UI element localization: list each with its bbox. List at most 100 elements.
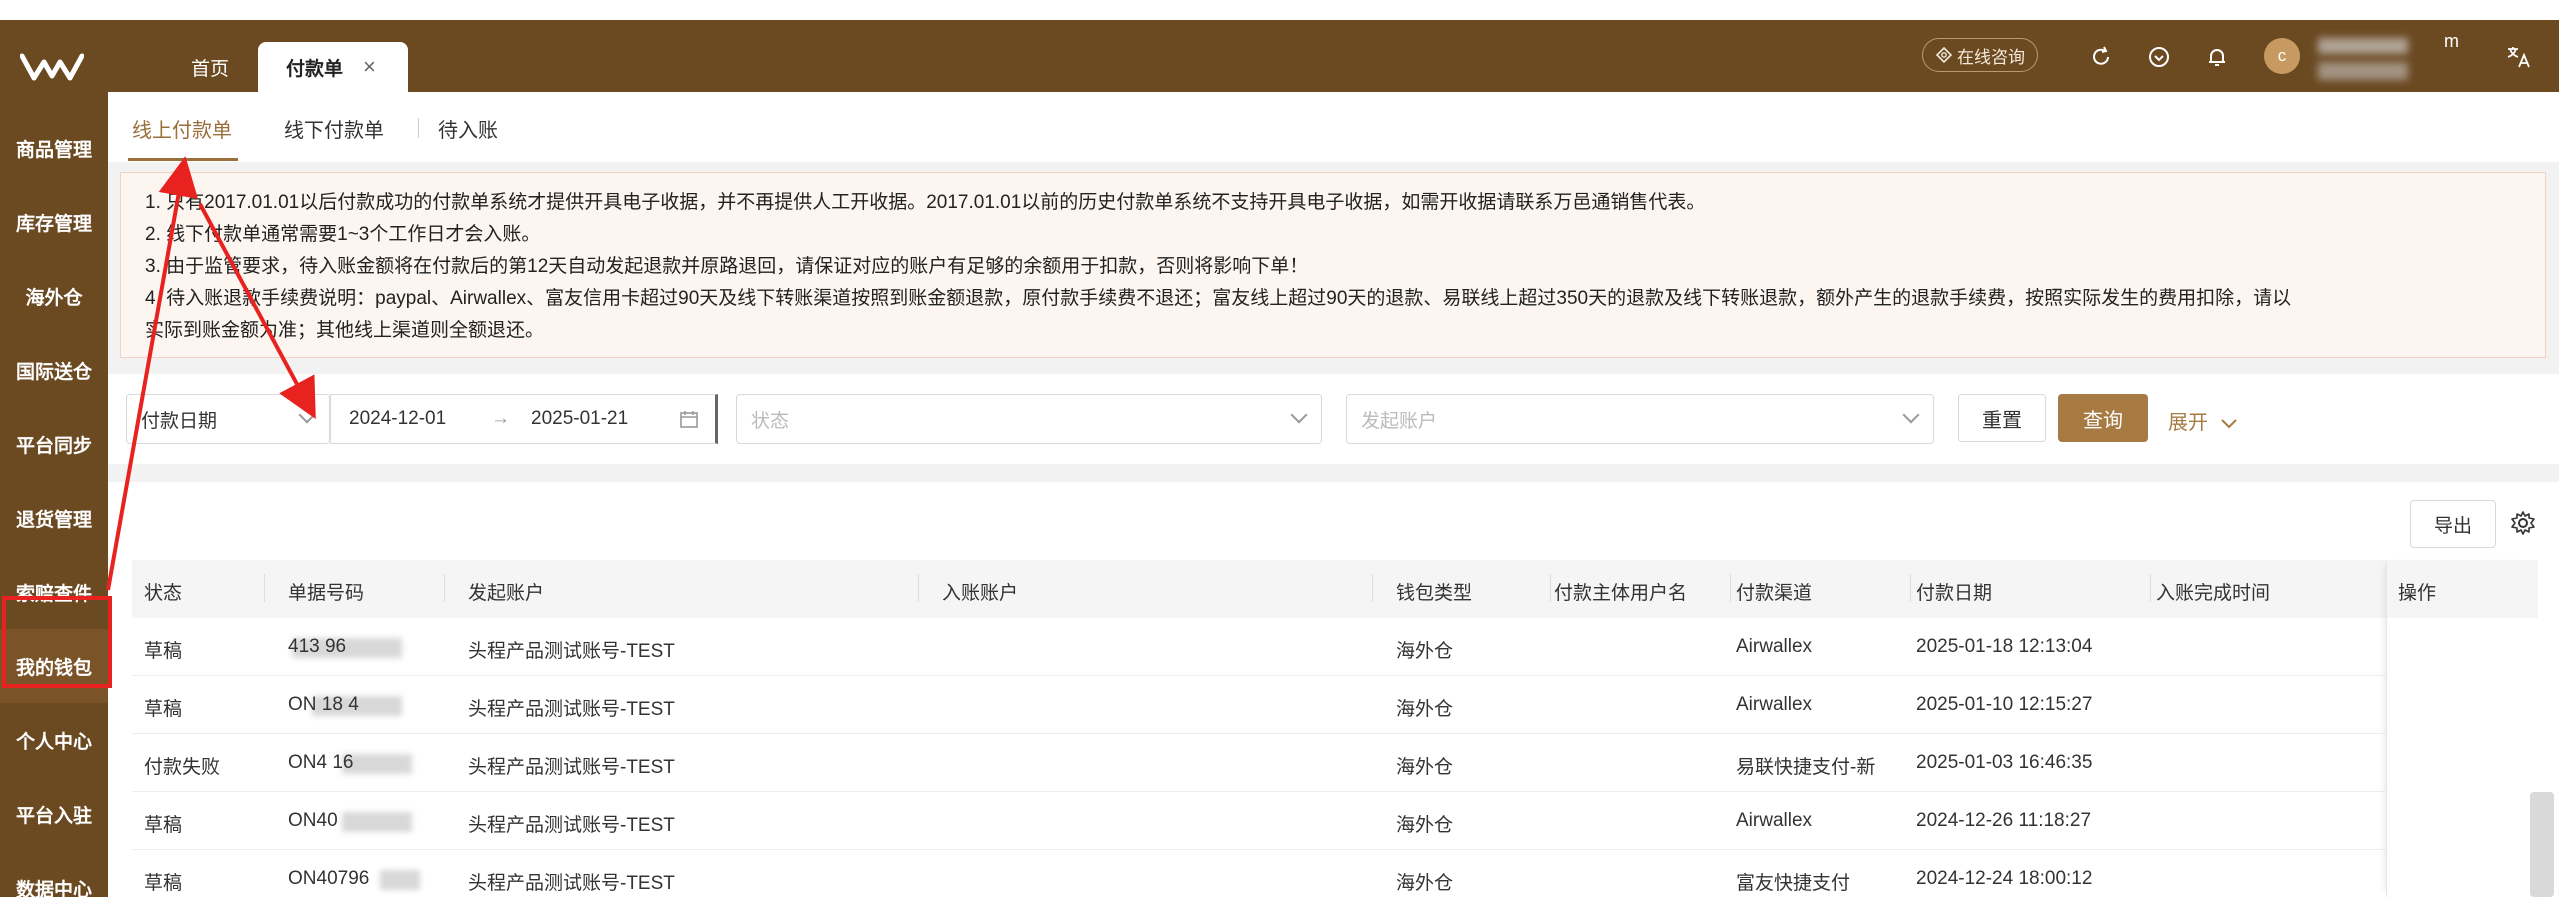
- sidebar-item-products[interactable]: 商品管理: [0, 111, 108, 185]
- payments-table-panel: 导出 状态 单据号码 发起账户 入账账户 钱包类型 付款主体用户名 付款渠道 付…: [108, 482, 2559, 897]
- chevron-down-icon: [1290, 406, 1308, 424]
- col-payer-username: 付款主体用户名: [1554, 583, 1688, 604]
- redacted-username: [2318, 38, 2408, 54]
- redacted-doc-number: [380, 870, 420, 890]
- favorites-icon[interactable]: [2144, 42, 2174, 72]
- sidebar-item-platform-onboarding[interactable]: 平台入驻: [0, 777, 108, 851]
- row-payment-channel: 富友快捷支付: [1736, 873, 1851, 894]
- column-separator: [918, 574, 919, 602]
- actions-column: [2386, 560, 2538, 897]
- table-header: 状态 单据号码 发起账户 入账账户 钱包类型 付款主体用户名 付款渠道 付款日期…: [132, 560, 2538, 618]
- column-separator: [444, 574, 445, 602]
- top-strip: [0, 0, 2559, 20]
- filter-bar: 付款日期 2024-12-01 → 2025-01-21 状态 发起账户 重置 …: [108, 374, 2559, 464]
- avatar[interactable]: c: [2264, 38, 2300, 74]
- col-payment-date: 付款日期: [1916, 583, 1993, 604]
- translate-icon[interactable]: [2504, 42, 2534, 72]
- top-header: 首页 付款单 × 在线咨询 c m: [108, 20, 2559, 92]
- subtab-bar: 线上付款单 线下付款单 待入账: [108, 92, 2559, 162]
- row-wallet-type: 海外仓: [1396, 815, 1454, 836]
- query-button[interactable]: 查询: [2058, 394, 2148, 442]
- row-source-account: 头程产品测试账号-TEST: [468, 699, 675, 720]
- row-source-account: 头程产品测试账号-TEST: [468, 757, 675, 778]
- date-range-picker[interactable]: 2024-12-01 → 2025-01-21: [330, 394, 718, 444]
- tab-home[interactable]: 首页: [152, 42, 268, 92]
- sidebar-item-international-delivery[interactable]: 国际送仓: [0, 333, 108, 407]
- sidebar-item-data-center[interactable]: 数据中心: [0, 851, 108, 897]
- sidebar-item-overseas-warehouse[interactable]: 海外仓: [0, 259, 108, 333]
- row-status: 付款失败: [144, 757, 221, 778]
- notice-line: 4. 待入账退款手续费说明：paypal、Airwallex、富友信用卡超过90…: [145, 288, 2292, 309]
- range-arrow: →: [491, 408, 510, 429]
- col-credit-time: 入账完成时间: [2156, 583, 2271, 604]
- column-separator: [1910, 574, 1911, 602]
- sidebar-item-returns[interactable]: 退货管理: [0, 481, 108, 555]
- status-select[interactable]: 状态: [736, 394, 1322, 444]
- row-wallet-type: 海外仓: [1396, 873, 1454, 894]
- subtab-pending-credit[interactable]: 待入账: [438, 114, 498, 143]
- sidebar: 商品管理 库存管理 海外仓 国际送仓 平台同步 退货管理 索赔查件 我的钱包 个…: [0, 20, 108, 897]
- row-payment-channel: Airwallex: [1736, 810, 1813, 831]
- calendar-icon: [680, 411, 698, 428]
- chevron-down-icon: [298, 406, 316, 424]
- scrollbar-thumb[interactable]: [2530, 792, 2554, 897]
- sidebar-item-platform-sync[interactable]: 平台同步: [0, 407, 108, 481]
- date-to[interactable]: 2025-01-21: [531, 408, 628, 430]
- export-button[interactable]: 导出: [2410, 500, 2496, 548]
- row-doc-number[interactable]: ON4 16: [288, 752, 353, 774]
- expand-toggle[interactable]: 展开: [2168, 406, 2238, 435]
- close-icon[interactable]: ×: [363, 54, 376, 80]
- reset-button[interactable]: 重置: [1958, 394, 2046, 442]
- date-type-select[interactable]: 付款日期: [126, 394, 330, 444]
- source-account-select[interactable]: 发起账户: [1346, 394, 1934, 444]
- subtab-online-payments[interactable]: 线上付款单: [132, 114, 232, 143]
- notice-line: 1. 只有2017.01.01以后付款成功的付款单系统才提供开具电子收据，并不再…: [145, 192, 1706, 213]
- row-doc-number[interactable]: 413 96: [288, 636, 346, 658]
- row-payment-channel: Airwallex: [1736, 694, 1813, 715]
- row-doc-number[interactable]: ON40796: [288, 868, 369, 890]
- table-row[interactable]: 付款失败 ON4 16 头程产品测试账号-TEST 海外仓 易联快捷支付-新 2…: [132, 734, 2386, 792]
- row-payment-date: 2025-01-10 12:15:27: [1916, 694, 2093, 715]
- table-row[interactable]: 草稿 ON40 头程产品测试账号-TEST 海外仓 Airwallex 2024…: [132, 792, 2386, 850]
- row-payment-date: 2025-01-03 16:46:35: [1916, 752, 2093, 773]
- tab-payment-orders[interactable]: 付款单 ×: [258, 42, 408, 92]
- column-separator: [1372, 574, 1373, 602]
- row-wallet-type: 海外仓: [1396, 641, 1454, 662]
- subtab-divider: [418, 118, 419, 138]
- notice-box: 1. 只有2017.01.01以后付款成功的付款单系统才提供开具电子收据，并不再…: [120, 172, 2546, 358]
- table-row[interactable]: 草稿 413 96 头程产品测试账号-TEST 海外仓 Airwallex 20…: [132, 618, 2386, 676]
- chevron-down-icon: [2220, 419, 2237, 429]
- row-payment-channel: 易联快捷支付-新: [1736, 757, 1876, 778]
- row-payment-date: 2024-12-26 11:18:27: [1916, 810, 2092, 831]
- main-content: 线上付款单 线下付款单 待入账 1. 只有2017.01.01以后付款成功的付款…: [108, 92, 2559, 897]
- date-from[interactable]: 2024-12-01: [349, 408, 446, 430]
- sidebar-item-my-wallet[interactable]: 我的钱包: [0, 629, 108, 703]
- row-payment-date: 2025-01-18 12:13:04: [1916, 636, 2093, 657]
- logo-icon[interactable]: [20, 48, 84, 88]
- row-doc-number[interactable]: ON40: [288, 810, 338, 832]
- col-doc-number: 单据号码: [288, 583, 365, 604]
- col-wallet-type: 钱包类型: [1396, 583, 1473, 604]
- column-separator: [1550, 574, 1551, 602]
- row-source-account: 头程产品测试账号-TEST: [468, 641, 675, 662]
- gear-icon[interactable]: [2510, 510, 2536, 536]
- sidebar-item-claims[interactable]: 索赔查件: [0, 555, 108, 629]
- refresh-icon[interactable]: [2086, 42, 2116, 72]
- row-doc-number[interactable]: ON 18 4: [288, 694, 359, 716]
- online-consult-button[interactable]: 在线咨询: [1922, 38, 2038, 72]
- row-payment-channel: Airwallex: [1736, 636, 1813, 657]
- redacted-user-id: [2318, 62, 2408, 80]
- table-row[interactable]: 草稿 ON40796 头程产品测试账号-TEST 海外仓 富友快捷支付 2024…: [132, 850, 2386, 897]
- column-separator: [2150, 574, 2151, 602]
- sidebar-item-inventory[interactable]: 库存管理: [0, 185, 108, 259]
- user-suffix: m: [2444, 31, 2459, 51]
- row-status: 草稿: [144, 641, 183, 662]
- row-status: 草稿: [144, 873, 183, 894]
- row-wallet-type: 海外仓: [1396, 757, 1454, 778]
- bell-icon[interactable]: [2202, 42, 2232, 72]
- subtab-offline-payments[interactable]: 线下付款单: [284, 114, 384, 143]
- col-credit-account: 入账账户: [942, 583, 1019, 604]
- table-row[interactable]: 草稿 ON 18 4 头程产品测试账号-TEST 海外仓 Airwallex 2…: [132, 676, 2386, 734]
- redacted-doc-number: [342, 812, 412, 832]
- sidebar-item-personal-center[interactable]: 个人中心: [0, 703, 108, 777]
